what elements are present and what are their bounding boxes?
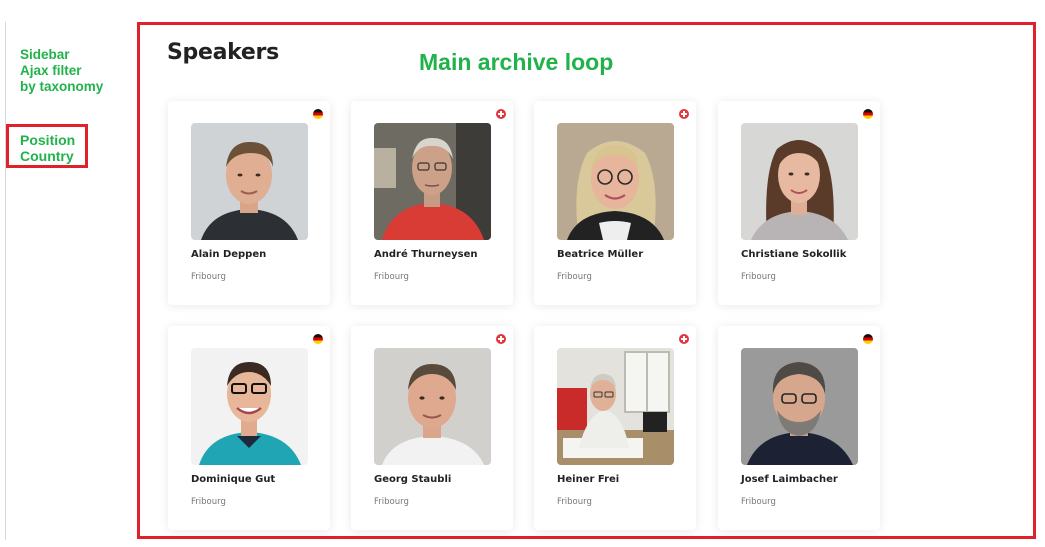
speaker-photo[interactable] [374,348,491,465]
speaker-name[interactable]: Beatrice Müller [557,249,643,260]
speaker-city: Fribourg [741,497,776,507]
speaker-photo-image [741,348,858,465]
ch-flag-icon [496,334,506,344]
speaker-photo[interactable] [374,123,491,240]
speaker-photo-image [374,123,491,240]
speaker-city: Fribourg [557,497,592,507]
ch-flag-icon [496,109,506,119]
speaker-name[interactable]: Alain Deppen [191,249,266,260]
speaker-card[interactable]: Josef Laimbacher Fribourg [718,326,880,530]
speaker-photo-image [191,123,308,240]
speaker-city: Fribourg [191,497,226,507]
speaker-name[interactable]: Christiane Sokollik [741,249,846,260]
sidebar-annotation-line: Ajax filter [20,63,82,78]
de-flag-icon [313,334,323,344]
filter-country[interactable]: Country [20,148,85,164]
ch-flag-icon [679,109,689,119]
speaker-card[interactable]: Alain Deppen Fribourg [168,101,330,305]
sidebar-annotation: Sidebar Ajax filter by taxonomy [20,47,103,95]
speaker-name[interactable]: André Thurneysen [374,249,477,260]
speaker-photo-image [557,348,674,465]
main-archive-annotation: Main archive loop [419,49,614,75]
de-flag-icon [313,109,323,119]
speaker-photo-image [741,123,858,240]
speaker-photo-image [557,123,674,240]
speaker-card[interactable]: Beatrice Müller Fribourg [534,101,696,305]
speaker-card[interactable]: André Thurneysen Fribourg [351,101,513,305]
de-flag-icon [863,334,873,344]
page-title: Speakers [167,40,279,65]
speaker-city: Fribourg [191,272,226,282]
speaker-photo[interactable] [557,123,674,240]
sidebar-annotation-line: Sidebar [20,47,70,62]
speaker-photo[interactable] [741,123,858,240]
filter-position[interactable]: Position [20,132,85,148]
speaker-card[interactable]: Heiner Frei Fribourg [534,326,696,530]
sidebar-divider [5,22,6,540]
taxonomy-filter: Position Country [6,124,88,168]
speaker-name[interactable]: Dominique Gut [191,474,275,485]
speaker-city: Fribourg [741,272,776,282]
speaker-name[interactable]: Georg Staubli [374,474,451,485]
speaker-city: Fribourg [374,272,409,282]
speaker-name[interactable]: Josef Laimbacher [741,474,838,485]
speaker-photo[interactable] [557,348,674,465]
speaker-card[interactable]: Dominique Gut Fribourg [168,326,330,530]
speaker-name[interactable]: Heiner Frei [557,474,619,485]
sidebar-annotation-line: by taxonomy [20,79,104,94]
speaker-photo-image [191,348,308,465]
speaker-photo[interactable] [191,123,308,240]
speaker-photo-image [374,348,491,465]
speaker-card[interactable]: Christiane Sokollik Fribourg [718,101,880,305]
de-flag-icon [863,109,873,119]
speaker-card[interactable]: Georg Staubli Fribourg [351,326,513,530]
speaker-city: Fribourg [374,497,409,507]
speaker-photo[interactable] [741,348,858,465]
ch-flag-icon [679,334,689,344]
speaker-city: Fribourg [557,272,592,282]
speaker-photo[interactable] [191,348,308,465]
